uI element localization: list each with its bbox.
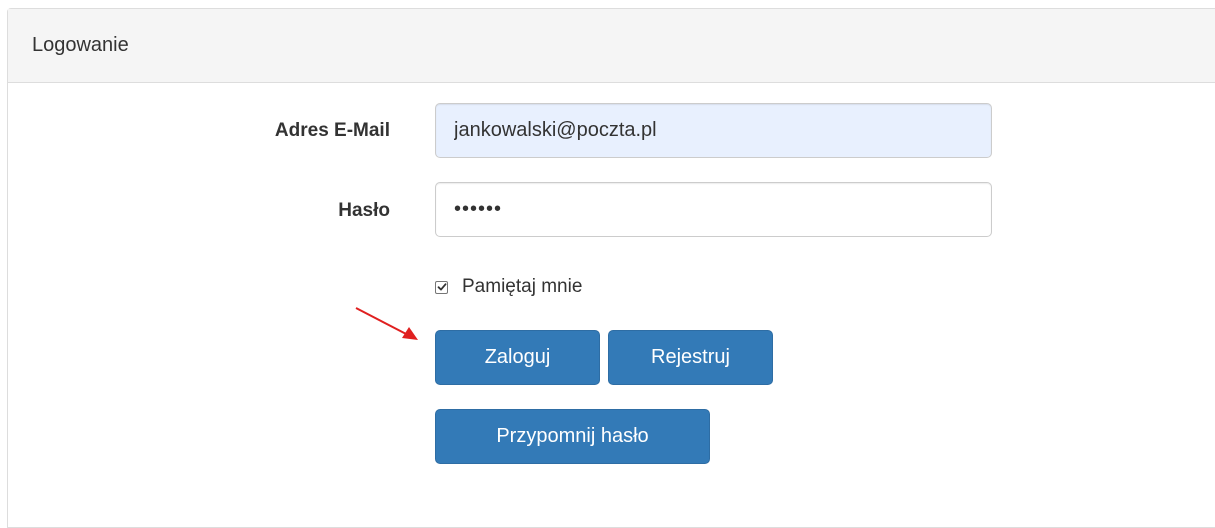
panel-title: Logowanie xyxy=(32,34,129,56)
password-label: Hasło xyxy=(338,200,390,221)
remember-checkbox[interactable] xyxy=(435,280,448,294)
remind-password-button[interactable]: Przypomnij hasło xyxy=(435,409,710,464)
remember-label: Pamiętaj mnie xyxy=(462,276,583,297)
email-input[interactable] xyxy=(435,103,992,158)
register-button[interactable]: Rejestruj xyxy=(608,330,773,385)
check-icon xyxy=(437,283,446,291)
email-label: Adres E-Mail xyxy=(274,120,390,141)
red-arrow-icon xyxy=(355,307,418,340)
password-input[interactable] xyxy=(435,182,992,237)
login-button[interactable]: Zaloguj xyxy=(435,330,600,385)
remember-me[interactable]: Pamiętaj mnie xyxy=(435,276,582,298)
panel-heading: Logowanie xyxy=(8,9,1215,83)
